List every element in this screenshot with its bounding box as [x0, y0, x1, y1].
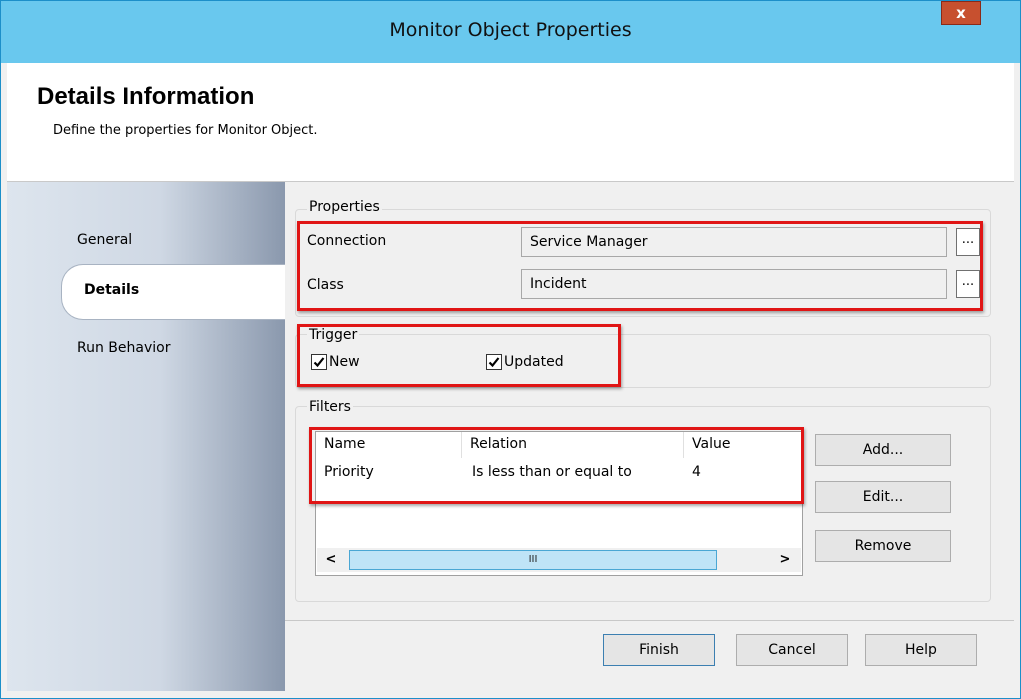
new-checkbox[interactable]	[311, 354, 327, 370]
finish-button[interactable]: Finish	[603, 634, 715, 666]
column-header-name[interactable]: Name	[316, 432, 462, 458]
page-subtitle: Define the properties for Monitor Object…	[53, 123, 318, 138]
row-name-cell: Priority	[324, 464, 374, 480]
window-title: Monitor Object Properties	[389, 19, 632, 41]
header-panel: Details Information Define the propertie…	[7, 63, 1014, 182]
filters-list[interactable]: Name Relation Value Priority Is less tha…	[315, 431, 803, 576]
column-header-value[interactable]: Value	[684, 432, 784, 458]
nav-item-details-label: Details	[84, 282, 140, 298]
dialog-window: Monitor Object Properties x Details Info…	[0, 0, 1021, 699]
scroll-right-icon[interactable]: >	[773, 550, 797, 570]
connection-field[interactable]: Service Manager	[521, 227, 947, 257]
new-label[interactable]: New	[329, 354, 360, 370]
check-icon	[313, 357, 325, 368]
nav-item-run-behavior[interactable]: Run Behavior	[77, 340, 170, 356]
properties-group	[295, 209, 991, 317]
connection-label: Connection	[307, 233, 387, 249]
cancel-button[interactable]: Cancel	[736, 634, 848, 666]
scroll-thumb[interactable]: III	[349, 550, 717, 570]
check-icon	[488, 357, 500, 368]
horizontal-scrollbar[interactable]: < III >	[317, 548, 801, 572]
connection-browse-button[interactable]: ...	[956, 228, 980, 256]
footer-bar: Finish Cancel Help	[285, 620, 1014, 692]
edit-filter-button[interactable]: Edit...	[815, 481, 951, 513]
nav-item-general[interactable]: General	[77, 232, 132, 248]
updated-label[interactable]: Updated	[504, 354, 564, 370]
class-field[interactable]: Incident	[521, 269, 947, 299]
filters-legend: Filters	[307, 399, 353, 415]
navigation-pane: General Details Run Behavior	[7, 182, 301, 691]
details-content: Properties Connection Service Manager ..…	[285, 182, 1014, 620]
remove-filter-button[interactable]: Remove	[815, 530, 951, 562]
page-title: Details Information	[37, 83, 255, 110]
title-bar[interactable]: Monitor Object Properties x	[1, 1, 1020, 63]
row-value-cell: 4	[692, 464, 701, 480]
close-button[interactable]: x	[941, 1, 981, 25]
trigger-legend: Trigger	[307, 327, 360, 343]
scroll-left-icon[interactable]: <	[319, 550, 343, 570]
add-filter-button[interactable]: Add...	[815, 434, 951, 466]
class-browse-button[interactable]: ...	[956, 270, 980, 298]
row-relation-cell: Is less than or equal to	[472, 464, 632, 480]
nav-item-details[interactable]: Details	[61, 264, 301, 320]
trigger-group	[295, 334, 991, 388]
help-button[interactable]: Help	[865, 634, 977, 666]
column-header-relation[interactable]: Relation	[462, 432, 684, 458]
class-label: Class	[307, 277, 344, 293]
properties-legend: Properties	[307, 199, 382, 215]
updated-checkbox[interactable]	[486, 354, 502, 370]
